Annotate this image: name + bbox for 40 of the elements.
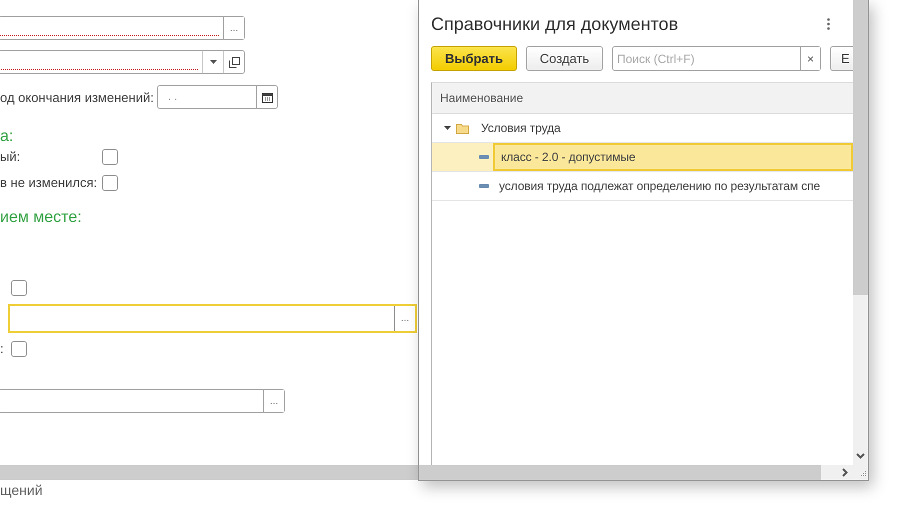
dropdown-field[interactable]	[0, 50, 245, 74]
table-cell[interactable]: класс - 2.0 - допустимые	[493, 143, 853, 171]
dialog-title: Справочники для документов	[431, 14, 678, 34]
toolbar-button[interactable]: Создать	[526, 46, 603, 71]
checkbox[interactable]	[11, 341, 27, 357]
open-window-icon[interactable]	[228, 56, 240, 68]
search-field[interactable]: Поиск (Ctrl+F) ×	[612, 46, 821, 71]
checkbox[interactable]	[11, 280, 27, 296]
checkbox-label: :	[0, 341, 4, 357]
expand-arrow-icon[interactable]	[444, 126, 451, 130]
table-cell[interactable]: условия труда подлежат определению по результатам спе	[493, 172, 853, 200]
calendar-icon[interactable]	[262, 92, 272, 102]
horizontal-scrollbar[interactable]	[419, 465, 868, 480]
input-field[interactable]: ...	[0, 389, 285, 413]
checkbox[interactable]	[102, 149, 118, 165]
resize-grip-icon[interactable]	[859, 468, 867, 476]
select-button[interactable]: ...	[223, 17, 244, 39]
checkbox-label: в не изменился:	[0, 175, 98, 191]
scroll-right-icon[interactable]	[842, 468, 848, 477]
vertical-scrollbar[interactable]	[853, 0, 868, 465]
more-menu-icon[interactable]	[827, 18, 830, 30]
footer-text: щений	[0, 481, 44, 498]
field-label: од окончания изменений:	[0, 90, 155, 104]
item-icon	[479, 184, 489, 188]
section-heading: ием месте:	[0, 209, 82, 227]
dropdown-arrow-icon[interactable]	[210, 60, 216, 64]
toolbar-button[interactable]: Е	[830, 46, 853, 71]
folder-icon	[456, 122, 470, 134]
input-field[interactable]: ...	[0, 16, 245, 40]
clear-button[interactable]: ×	[800, 47, 820, 70]
select-button[interactable]: Выбрать	[431, 46, 517, 71]
checkbox-label: ый:	[0, 149, 20, 165]
section-heading: а:	[0, 128, 14, 146]
table-cell[interactable]: Условия труда	[481, 114, 853, 142]
checkbox[interactable]	[102, 175, 118, 191]
item-icon	[479, 155, 489, 159]
scroll-down-icon[interactable]	[856, 453, 865, 459]
input-field[interactable]: ...	[8, 304, 417, 333]
column-header[interactable]: Наименование	[432, 83, 853, 114]
select-button[interactable]: ...	[263, 390, 284, 412]
